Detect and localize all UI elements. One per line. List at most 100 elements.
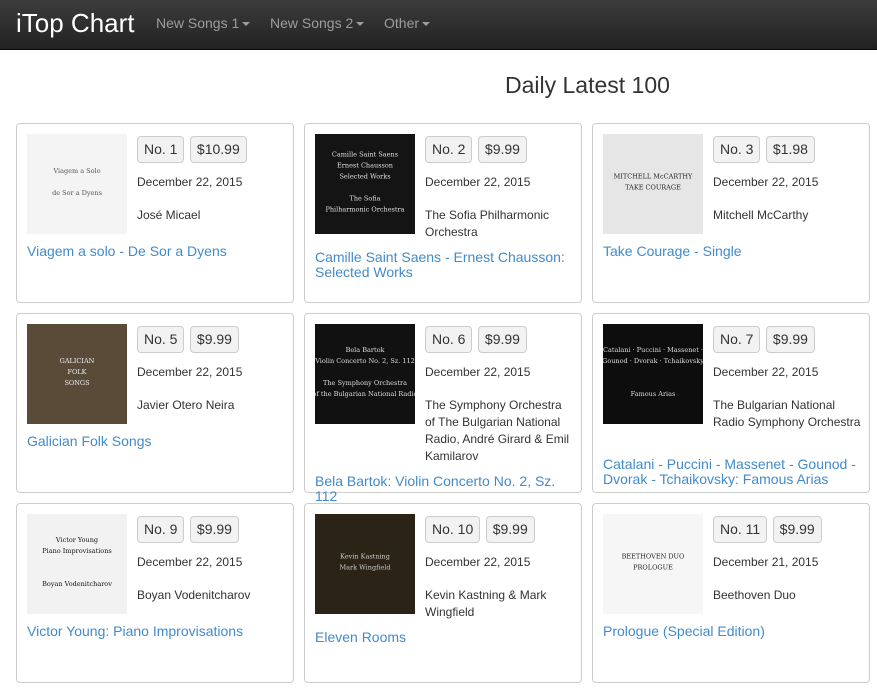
album-title-link[interactable]: Take Courage - Single	[603, 244, 861, 259]
album-cover[interactable]: Viagem a Solo de Sor a Dyens	[27, 134, 127, 234]
price-button[interactable]: $9.99	[772, 516, 822, 543]
cover-text: Gounod · Dvorak · Tchaikovsky	[603, 357, 703, 365]
album-cover[interactable]: Camille Saint Saens Ernest Chausson Select…	[315, 134, 415, 234]
cover-text: Boyan Vodenitcharov	[42, 580, 112, 588]
menu-new-songs-1[interactable]: New Songs 1	[156, 15, 251, 31]
badge-group: No. 7 $9.99	[713, 326, 816, 353]
cover-text: Viagem a Solo	[52, 167, 100, 175]
rank-badge: No. 2	[425, 136, 473, 163]
price-button[interactable]: $9.99	[485, 516, 535, 543]
badge-group: No. 2 $9.99	[425, 136, 528, 163]
album-card: GALICIAN FOLK SONGS No. 5 $9.99 December 2…	[16, 313, 294, 493]
cover-background	[315, 324, 415, 424]
cover-text: Selected Works	[339, 173, 390, 181]
cover-text: Violin Concerto No. 2, Sz. 112	[315, 357, 415, 365]
rank-badge: No. 10	[425, 516, 481, 543]
cover-art: BEETHOVEN DUO PROLOGUE	[603, 514, 703, 614]
cover-text: The Sofia	[349, 195, 380, 203]
chevron-down-icon	[242, 22, 251, 27]
cover-background	[603, 324, 703, 424]
album-card: Kevin Kastning Mark Wingfield No. 10 $9.9…	[304, 503, 582, 683]
menu-new-songs-2[interactable]: New Songs 2	[270, 15, 365, 31]
badge-group: No. 1 $10.99	[137, 136, 248, 163]
release-date: December 22, 2015	[137, 555, 243, 569]
rank-badge: No. 9	[137, 516, 185, 543]
badge-group: No. 10 $9.99	[425, 516, 536, 543]
album-cover[interactable]: Catalani · Puccini · Massenet · Gounod · …	[603, 324, 703, 424]
cover-art: Victor Young Piano Improvisations Boyan Vo…	[27, 514, 127, 614]
album-card: Victor Young Piano Improvisations Boyan Vo…	[16, 503, 294, 683]
badge-group: No. 5 $9.99	[137, 326, 240, 353]
cover-text: TAKE COURAGE	[625, 184, 681, 192]
album-card: MITCHELL McCARTHY TAKE COURAGE No. 3 $1.9…	[592, 123, 870, 303]
album-cover[interactable]: BEETHOVEN DUO PROLOGUE	[603, 514, 703, 614]
album-title-link[interactable]: Prologue (Special Edition)	[603, 624, 861, 639]
cover-art: MITCHELL McCARTHY TAKE COURAGE	[603, 134, 703, 234]
album-cover[interactable]: Kevin Kastning Mark Wingfield	[315, 514, 415, 614]
cover-art: Camille Saint Saens Ernest Chausson Select…	[315, 134, 415, 234]
menu-other[interactable]: Other	[384, 15, 431, 31]
album-card: Bela Bartok Violin Concerto No. 2, Sz. 11…	[304, 313, 582, 504]
cover-art: Bela Bartok Violin Concerto No. 2, Sz. 11…	[315, 324, 415, 424]
price-button[interactable]: $9.99	[189, 516, 239, 543]
cover-text: GALICIAN	[60, 357, 95, 365]
cover-text: Philharmonic Orchestra	[326, 206, 405, 214]
cover-text: FOLK	[67, 368, 86, 376]
page-title: Daily Latest 100	[505, 72, 670, 98]
album-title-link[interactable]: Galician Folk Songs	[27, 434, 285, 449]
cover-text: PROLOGUE	[633, 564, 673, 572]
album-title-link[interactable]: Camille Saint Saens - Ernest Chausson: S…	[315, 250, 573, 280]
cover-text: Kevin Kastning	[340, 553, 390, 561]
badge-group: No. 9 $9.99	[137, 516, 240, 543]
cover-text: de Sor a Dyens	[52, 189, 102, 197]
cover-text: of the Bulgarian National Radio	[315, 390, 415, 398]
album-cover[interactable]: MITCHELL McCARTHY TAKE COURAGE	[603, 134, 703, 234]
release-date: December 22, 2015	[713, 175, 819, 189]
album-title-link[interactable]: Victor Young: Piano Improvisations	[27, 624, 285, 639]
menu-label: Other	[384, 15, 420, 31]
brand-link[interactable]: iTop Chart	[16, 8, 135, 39]
badge-group: No. 3 $1.98	[713, 136, 816, 163]
album-cover[interactable]: GALICIAN FOLK SONGS	[27, 324, 127, 424]
artist-name: José Micael	[137, 208, 201, 222]
chevron-down-icon	[356, 22, 365, 27]
cover-text: Bela Bartok	[346, 346, 385, 354]
rank-badge: No. 7	[713, 326, 761, 353]
rank-badge: No. 3	[713, 136, 761, 163]
artist-name: The Sofia Philharmonic Orchestra	[425, 208, 550, 239]
rank-badge: No. 1	[137, 136, 185, 163]
cover-text: Piano Improvisations	[42, 547, 112, 555]
menu-label: New Songs 2	[270, 15, 354, 31]
album-cover[interactable]: Bela Bartok Violin Concerto No. 2, Sz. 11…	[315, 324, 415, 424]
cover-background	[27, 134, 127, 234]
price-button[interactable]: $1.98	[765, 136, 815, 163]
cover-art: Catalani · Puccini · Massenet · Gounod · …	[603, 324, 703, 424]
price-button[interactable]: $9.99	[477, 326, 527, 353]
cover-text: SONGS	[64, 379, 89, 387]
artist-name: Boyan Vodenitcharov	[137, 588, 251, 602]
release-date: December 22, 2015	[425, 175, 531, 189]
artist-name: Javier Otero Neira	[137, 398, 235, 412]
top-navbar: iTop Chart New Songs 1 New Songs 2 Other	[0, 0, 877, 50]
rank-badge: No. 5	[137, 326, 185, 353]
rank-badge: No. 11	[713, 516, 768, 543]
price-button[interactable]: $10.99	[189, 136, 247, 163]
cover-text: Mark Wingfield	[339, 564, 390, 572]
cover-text: Famous Arias	[631, 390, 676, 398]
album-title-link[interactable]: Viagem a solo - De Sor a Dyens	[27, 244, 285, 259]
artist-name: The Bulgarian National Radio Symphony Or…	[713, 398, 861, 429]
chevron-down-icon	[422, 22, 431, 27]
album-title-link[interactable]: Bela Bartok: Violin Concerto No. 2, Sz. …	[315, 474, 573, 504]
cover-art: GALICIAN FOLK SONGS	[27, 324, 127, 424]
badge-group: No. 6 $9.99	[425, 326, 528, 353]
album-card: BEETHOVEN DUO PROLOGUE No. 11 $9.99 Decem…	[592, 503, 870, 683]
cover-text: Victor Young	[55, 536, 98, 544]
price-button[interactable]: $9.99	[189, 326, 239, 353]
price-button[interactable]: $9.99	[765, 326, 815, 353]
album-cover[interactable]: Victor Young Piano Improvisations Boyan Vo…	[27, 514, 127, 614]
album-title-link[interactable]: Eleven Rooms	[315, 630, 573, 645]
album-title-link[interactable]: Catalani - Puccini - Massenet - Gounod -…	[603, 457, 861, 487]
album-card: Catalani · Puccini · Massenet · Gounod · …	[592, 313, 870, 493]
price-button[interactable]: $9.99	[477, 136, 527, 163]
rank-badge: No. 6	[425, 326, 473, 353]
